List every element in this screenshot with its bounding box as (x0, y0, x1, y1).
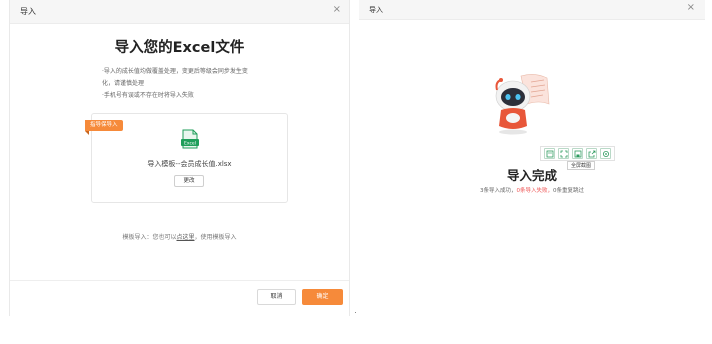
dialog-header: 导入 × (359, 0, 705, 20)
fail-count: 0条导入失败， (516, 188, 554, 194)
import-dialog-left: 导入 × 导入您的Excel文件 ·导入的成长值均做覆盖处理，变更后等级会同步发… (9, 0, 350, 316)
close-icon[interactable]: × (687, 2, 695, 14)
template-import-line: 模板导入：您也可以点这里，使用模板导入 (10, 232, 349, 241)
duplicate-count: 0条重复跳过 (553, 188, 584, 194)
close-icon[interactable]: × (333, 4, 341, 16)
import-dialog-right: 导入 × 全屏截图 导入完成 3条导入成功，0条导入失败，0条重复跳过 (359, 0, 705, 316)
robot-mascot-icon (495, 74, 550, 135)
import-stats: 3条导入成功，0条导入失败，0条重复跳过 (359, 186, 705, 194)
ribbon-tail (85, 131, 89, 135)
note-line: ·导入的成长值均做覆盖处理，变更后等级会同步发生变 (102, 68, 248, 75)
image-icon[interactable] (544, 148, 555, 159)
template-link[interactable]: 点这里 (176, 234, 194, 241)
import-notes: ·导入的成长值均做覆盖处理，变更后等级会同步发生变 化，请谨慎处理 ·手机号有误… (102, 66, 282, 102)
cancel-button[interactable]: 取消 (257, 289, 296, 305)
dialog-header: 导入 × (10, 0, 349, 24)
page-title: 导入您的Excel文件 (114, 40, 245, 56)
dialog-title: 导入 (369, 6, 383, 14)
dialog-title: 导入 (20, 7, 36, 16)
screenshot-toolbar (540, 146, 615, 161)
save-icon[interactable] (572, 148, 583, 159)
note-line: 化，请谨慎处理 (102, 80, 145, 87)
guide-ribbon: 指导保导入 (85, 120, 123, 131)
note-line: ·手机号有误或不存在时将导入失败 (102, 92, 194, 99)
upload-card[interactable]: 指导保导入 Excel 导入模板--会员成长值.xlsx 更改 (85, 113, 288, 203)
divider-dot (355, 312, 356, 313)
template-prefix: 模板导入：您也可以 (122, 234, 177, 241)
share-icon[interactable] (586, 148, 597, 159)
import-done-title: 导入完成 (506, 168, 557, 183)
screen: 导入 × 导入您的Excel文件 ·导入的成长值均做覆盖处理，变更后等级会同步发… (0, 0, 712, 344)
excel-icon-label: Excel (184, 141, 196, 147)
success-count: 3条导入成功， (480, 188, 517, 194)
excel-file-icon: Excel (181, 129, 199, 149)
change-file-button[interactable]: 更改 (174, 175, 204, 187)
footer-divider (10, 280, 349, 281)
fullscreen-icon[interactable] (558, 148, 569, 159)
template-suffix: ，使用模板导入 (194, 234, 237, 241)
settings-icon[interactable] (600, 148, 611, 159)
file-name: 导入模板--会员成长值.xlsx (147, 160, 232, 168)
confirm-button[interactable]: 确定 (302, 289, 343, 305)
